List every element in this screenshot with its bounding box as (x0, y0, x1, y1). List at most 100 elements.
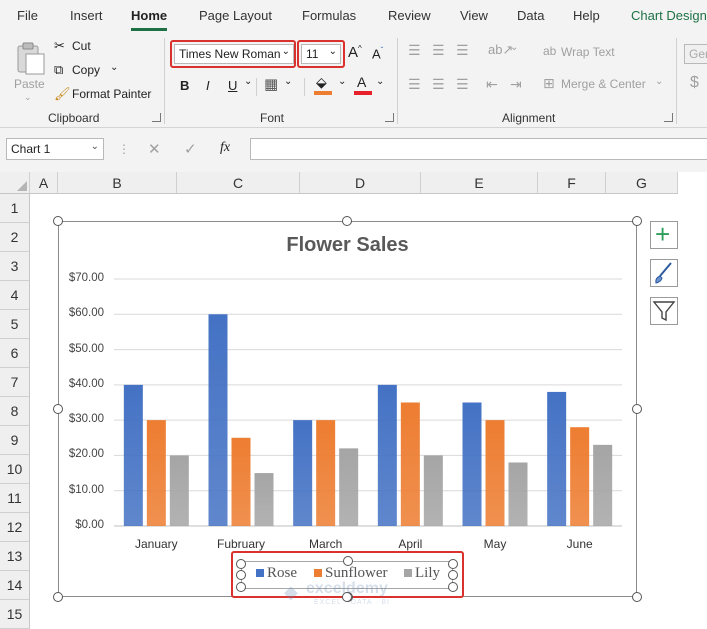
increase-indent-icon[interactable]: ⇥ (510, 76, 522, 93)
row-header-9[interactable]: 9 (0, 426, 30, 455)
paste-button[interactable]: Paste ⌄ (10, 38, 50, 104)
tab-page-layout[interactable]: Page Layout (199, 8, 272, 23)
fill-color-bar (314, 91, 332, 95)
align-right-icon[interactable]: ☰ (456, 76, 469, 93)
formula-input[interactable] (250, 138, 707, 160)
select-all-corner[interactable] (0, 172, 30, 194)
tab-review[interactable]: Review (388, 8, 431, 23)
number-format-select[interactable]: Gen (684, 44, 707, 64)
row-header-5[interactable]: 5 (0, 310, 30, 339)
chart-filters-button[interactable] (650, 297, 678, 325)
tab-file[interactable]: File (17, 8, 38, 23)
decrease-font-icon[interactable]: Aˇ (372, 46, 383, 61)
row-header-3[interactable]: 3 (0, 252, 30, 281)
cancel-icon[interactable]: ✕ (148, 140, 161, 158)
paste-icon (17, 42, 45, 75)
clipboard-group-label: Clipboard (48, 111, 100, 125)
chevron-down-icon[interactable]: ⌄ (338, 76, 346, 87)
dialog-launcher-icon[interactable] (385, 113, 394, 122)
font-color-bar (354, 91, 372, 95)
row-header-10[interactable]: 10 (0, 455, 30, 484)
borders-icon[interactable]: ▦ (264, 75, 278, 93)
divider (397, 38, 398, 124)
decrease-indent-icon[interactable]: ⇤ (486, 76, 498, 93)
name-box[interactable]: Chart 1 ⌄ (6, 138, 104, 160)
fill-color-button[interactable]: ⬙ (314, 74, 334, 96)
chevron-down-icon[interactable]: ⌄ (284, 76, 292, 87)
column-header-a[interactable]: A (30, 172, 58, 194)
row-header-11[interactable]: 11 (0, 484, 30, 513)
format-painter-label: Format Painter (72, 87, 152, 101)
font-color-icon: A (357, 74, 367, 90)
bold-button[interactable]: B (180, 78, 189, 93)
enter-icon[interactable]: ✓ (184, 140, 197, 158)
chart-styles-button[interactable] (650, 259, 678, 287)
merge-center-button[interactable]: ⊞ Merge & Center ⌄ (543, 75, 667, 94)
tab-data[interactable]: Data (517, 8, 544, 23)
divider (256, 78, 257, 96)
font-group-label: Font (260, 111, 285, 125)
paintbrush-icon: 🖌 (54, 86, 71, 101)
scissors-icon: ✂ (54, 38, 65, 53)
name-box-value: Chart 1 (11, 142, 51, 156)
chevron-down-icon[interactable]: ⌄ (510, 42, 518, 53)
increase-font-icon[interactable]: A^ (348, 44, 362, 61)
tab-view[interactable]: View (460, 8, 488, 23)
copy-icon: ⧉ (54, 62, 64, 77)
wrap-text-button[interactable]: ab Wrap Text (543, 44, 633, 62)
dialog-launcher-icon[interactable] (664, 113, 673, 122)
row-header-7[interactable]: 7 (0, 368, 30, 397)
highlight-box (170, 40, 296, 68)
cut-label: Cut (72, 39, 91, 53)
tab-chart-design[interactable]: Chart Design (631, 8, 707, 23)
paint-bucket-icon: ⬙ (316, 74, 327, 90)
align-top-icon[interactable]: ☰ (408, 42, 421, 59)
insert-function-button[interactable]: fx (220, 140, 230, 156)
merge-icon: ⊞ (543, 75, 555, 91)
format-painter-button[interactable]: 🖌 Format Painter (54, 86, 154, 104)
currency-button[interactable]: $ (690, 74, 699, 92)
row-header-15[interactable]: 15 (0, 600, 30, 629)
paste-label: Paste (14, 77, 45, 91)
row-header-2[interactable]: 2 (0, 223, 30, 252)
column-header-c[interactable]: C (177, 172, 300, 194)
chart-area[interactable] (58, 221, 637, 597)
row-header-6[interactable]: 6 (0, 339, 30, 368)
italic-button[interactable]: I (206, 78, 210, 93)
merge-center-label: Merge & Center (561, 77, 646, 91)
triangle-icon (17, 181, 27, 191)
row-header-8[interactable]: 8 (0, 397, 30, 426)
more-icon: ⋮ (118, 142, 130, 156)
tab-insert[interactable]: Insert (70, 8, 103, 23)
copy-button[interactable]: ⧉ Copy ⌄ (54, 62, 124, 80)
font-color-button[interactable]: A (354, 74, 374, 96)
column-header-g[interactable]: G (606, 172, 678, 194)
align-center-icon[interactable]: ☰ (432, 76, 445, 93)
align-middle-icon[interactable]: ☰ (432, 42, 445, 59)
chevron-down-icon[interactable]: ⌄ (376, 76, 384, 87)
align-bottom-icon[interactable]: ☰ (456, 42, 469, 59)
dialog-launcher-icon[interactable] (152, 113, 161, 122)
underline-button[interactable]: U (228, 78, 237, 93)
chevron-down-icon: ⌄ (655, 76, 664, 87)
column-header-b[interactable]: B (58, 172, 177, 194)
column-header-f[interactable]: F (538, 172, 606, 194)
row-header-1[interactable]: 1 (0, 194, 30, 223)
row-header-12[interactable]: 12 (0, 513, 30, 542)
row-header-13[interactable]: 13 (0, 542, 30, 571)
tab-formulas[interactable]: Formulas (302, 8, 356, 23)
wrap-text-icon: ab (543, 44, 557, 58)
column-header-e[interactable]: E (421, 172, 538, 194)
chevron-down-icon: ⌄ (24, 92, 32, 102)
tab-help[interactable]: Help (573, 8, 600, 23)
cut-button[interactable]: ✂ Cut (54, 38, 114, 56)
row-header-4[interactable]: 4 (0, 281, 30, 310)
column-header-d[interactable]: D (300, 172, 421, 194)
tab-home[interactable]: Home (131, 8, 168, 31)
chart-elements-button[interactable]: + (650, 220, 678, 249)
row-header-14[interactable]: 14 (0, 571, 30, 600)
number-format-value: Gen (689, 47, 707, 61)
align-left-icon[interactable]: ☰ (408, 76, 421, 93)
chevron-down-icon[interactable]: ⌄ (244, 76, 252, 87)
alignment-group-label: Alignment (502, 111, 556, 125)
